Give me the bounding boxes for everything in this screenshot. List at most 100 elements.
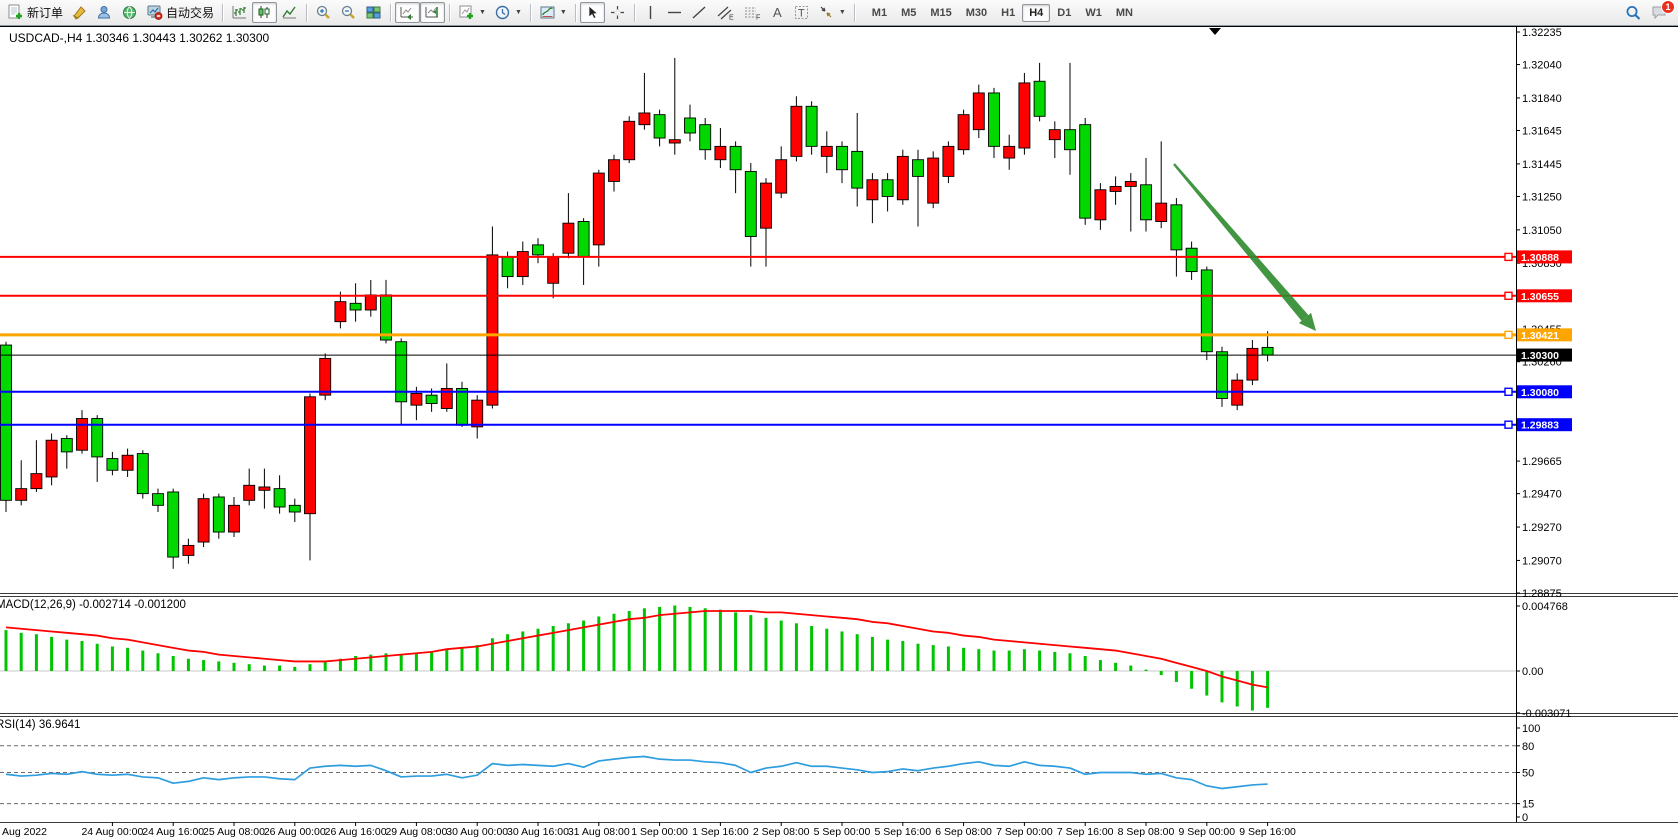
toolbar-separator: [390, 4, 391, 22]
tab-timeframe-M30[interactable]: M30: [959, 4, 994, 22]
periods-button[interactable]: ▼: [490, 2, 526, 23]
tab-timeframe-D1[interactable]: D1: [1050, 4, 1078, 22]
horizontal-line-icon: [666, 4, 683, 21]
toolbar-separator: [306, 4, 307, 22]
notification-badge: 1: [1661, 0, 1675, 14]
trading-terminal-window: 新订单: [0, 0, 1678, 840]
market-button[interactable]: [117, 2, 142, 23]
line-chart-icon: [281, 4, 298, 21]
svg-text:5 Sep 16:00: 5 Sep 16:00: [874, 826, 931, 838]
svg-text:1.31250: 1.31250: [1522, 191, 1562, 203]
line-chart-button[interactable]: [277, 2, 302, 23]
svg-text:15: 15: [1522, 799, 1534, 811]
tab-timeframe-H4[interactable]: H4: [1022, 4, 1050, 22]
svg-text:1.32040: 1.32040: [1522, 60, 1562, 72]
horizontal-line-button[interactable]: [662, 2, 687, 23]
toolbar-right-group: 1: [1624, 4, 1675, 22]
svg-text:0: 0: [1522, 812, 1528, 824]
channel-icon: E: [716, 4, 735, 21]
svg-text:1.29270: 1.29270: [1522, 522, 1562, 534]
tab-timeframe-MN[interactable]: MN: [1109, 4, 1140, 22]
svg-text:0.004768: 0.004768: [1522, 601, 1568, 613]
svg-text:1.29470: 1.29470: [1522, 489, 1562, 501]
chevron-down-icon: ▼: [839, 9, 846, 16]
toolbar-separator: [222, 4, 223, 22]
svg-text:29 Aug 08:00: 29 Aug 08:00: [385, 826, 447, 838]
autotrading-label: 自动交易: [166, 4, 214, 21]
text-icon: A: [770, 4, 785, 21]
svg-text:9 Sep 16:00: 9 Sep 16:00: [1239, 826, 1296, 838]
chevron-down-icon: ▼: [560, 9, 567, 16]
arrows-button[interactable]: ▼: [814, 2, 850, 23]
svg-text:1.29070: 1.29070: [1522, 555, 1562, 567]
zoom-in-button[interactable]: [311, 2, 336, 23]
svg-text:30 Aug 16:00: 30 Aug 16:00: [507, 826, 569, 838]
svg-text:24 Aug 00:00: 24 Aug 00:00: [81, 826, 143, 838]
templates-button[interactable]: ▼: [535, 2, 571, 23]
zoom-out-button[interactable]: [336, 2, 361, 23]
svg-text:1.29665: 1.29665: [1522, 456, 1562, 468]
channel-button[interactable]: E: [712, 2, 739, 23]
svg-text:Aug 2022: Aug 2022: [2, 826, 47, 838]
timeframe-toolbar: M1M5M15M30H1H4D1W1MN: [865, 4, 1140, 22]
svg-text:8 Sep 08:00: 8 Sep 08:00: [1118, 826, 1175, 838]
auto-scroll-button[interactable]: [395, 2, 420, 23]
tab-timeframe-M5[interactable]: M5: [894, 4, 923, 22]
trendline-button[interactable]: [687, 2, 712, 23]
chart-symbol-title: USDCAD-,H4 1.30346 1.30443 1.30262 1.303…: [9, 31, 269, 45]
styles-button[interactable]: [67, 2, 92, 23]
svg-text:1.29883: 1.29883: [1521, 420, 1559, 432]
notifications-button[interactable]: 1: [1650, 4, 1669, 21]
candlestick-chart-button[interactable]: [252, 2, 277, 23]
text-label-icon: T: [793, 4, 810, 21]
indicators-button[interactable]: ▼: [454, 2, 490, 23]
svg-text:5 Sep 00:00: 5 Sep 00:00: [814, 826, 871, 838]
svg-text:1.30300: 1.30300: [1521, 350, 1559, 362]
crosshair-button[interactable]: [605, 2, 630, 23]
autotrading-icon: [146, 4, 163, 21]
vertical-line-icon: [643, 4, 658, 21]
tab-timeframe-H1[interactable]: H1: [994, 4, 1022, 22]
tab-timeframe-M1[interactable]: M1: [865, 4, 894, 22]
trendline-icon: [691, 4, 708, 21]
bar-chart-button[interactable]: [227, 2, 252, 23]
auto-scroll-icon: [399, 4, 416, 21]
text-label-button[interactable]: T: [789, 2, 814, 23]
svg-text:7 Sep 00:00: 7 Sep 00:00: [996, 826, 1053, 838]
svg-text:24 Aug 16:00: 24 Aug 16:00: [142, 826, 204, 838]
svg-text:1.31445: 1.31445: [1522, 159, 1562, 171]
tile-windows-icon: [365, 4, 382, 21]
new-order-icon: [7, 4, 24, 21]
svg-text:F: F: [756, 15, 760, 22]
tab-timeframe-M15[interactable]: M15: [923, 4, 958, 22]
macd-indicator-label: MACD(12,26,9) -0.002714 -0.001200: [0, 599, 186, 611]
vertical-line-button[interactable]: [639, 2, 662, 23]
cursor-button[interactable]: [580, 2, 605, 23]
new-order-button[interactable]: 新订单: [3, 2, 67, 23]
fibonacci-button[interactable]: F: [739, 2, 766, 23]
svg-text:80: 80: [1522, 741, 1534, 753]
svg-text:E: E: [729, 15, 734, 22]
zoom-out-icon: [340, 4, 357, 21]
toolbar-separator: [575, 4, 576, 22]
toolbar-separator: [530, 4, 531, 22]
search-icon[interactable]: [1624, 4, 1642, 22]
styles-icon: [71, 4, 88, 21]
bar-chart-icon: [231, 4, 248, 21]
svg-text:7 Sep 16:00: 7 Sep 16:00: [1057, 826, 1114, 838]
toolbar: 新订单: [0, 0, 1678, 26]
svg-text:1.30888: 1.30888: [1521, 252, 1559, 264]
indicators-icon: [458, 4, 475, 21]
chart-shift-button[interactable]: [420, 2, 445, 23]
market-icon: [121, 4, 138, 21]
autotrading-button[interactable]: 自动交易: [142, 2, 218, 23]
chart-shift-icon: [424, 4, 441, 21]
text-button[interactable]: A: [766, 2, 789, 23]
chart-canvas[interactable]: 1.322351.320401.318401.316451.314451.312…: [0, 0, 1678, 840]
svg-text:T: T: [798, 8, 805, 20]
toolbar-separator: [634, 4, 635, 22]
svg-text:1.30080: 1.30080: [1521, 387, 1559, 399]
tab-timeframe-W1[interactable]: W1: [1078, 4, 1109, 22]
tile-windows-button[interactable]: [361, 2, 386, 23]
community-button[interactable]: [92, 2, 117, 23]
